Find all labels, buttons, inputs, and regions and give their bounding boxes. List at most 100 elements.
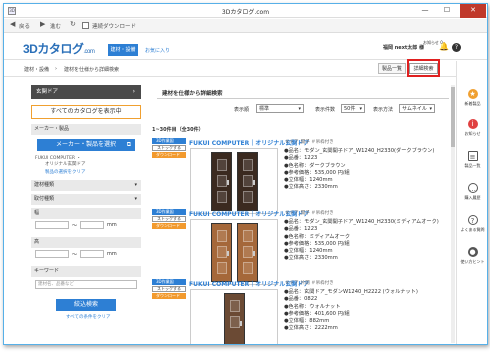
chevron-down-icon: ▾	[134, 182, 137, 188]
chevron-down-icon: ▾	[359, 106, 362, 112]
view-3d-button[interactable]: 3D作業図	[152, 279, 186, 285]
maker-section: メーカー・製品	[31, 124, 141, 135]
stock-button[interactable]: ストックする	[152, 145, 186, 151]
product-specs: ●品名：モダン_玄関開子ドア_W1240_H2330(ダークブラウン) ●品番：1…	[284, 148, 435, 191]
rail-product-list[interactable]: ≡ 製品一覧	[457, 151, 487, 169]
browser-window: 3D 3Dカタログ.com — ☐ ✕ ◀ 戻る ▶ 進む ↻ 連続ダウンロード…	[3, 3, 488, 345]
back-link[interactable]: 戻る	[19, 22, 30, 30]
forward-link[interactable]: 進む	[50, 22, 61, 30]
product-specs: ●品名：モダン_玄関開子ドア_W1240_H2330(ミディアムオーク) ●品番：…	[284, 219, 439, 262]
chat-icon: …	[467, 183, 478, 193]
reload-icon[interactable]: ↻	[70, 20, 76, 28]
count-select[interactable]: 50件 ▾	[341, 104, 365, 113]
maximize-button[interactable]: ☐	[436, 4, 458, 18]
close-button[interactable]: ✕	[460, 4, 486, 18]
card-actions: 3D作業図 ストックする ダウンロード	[152, 209, 186, 230]
title-bar: 3D 3Dカタログ.com — ☐ ✕	[4, 4, 487, 18]
keyword-row: 建材名、品番など	[31, 277, 141, 291]
external-link-icon: ⧉	[126, 141, 131, 148]
keyword-input[interactable]: 建材名、品番など	[35, 280, 137, 289]
chevron-down-icon: ▾	[134, 196, 137, 202]
product-tags: ＃ドア_開子 ＃吊枠付き	[285, 140, 334, 145]
download-button[interactable]: ダウンロード	[152, 152, 186, 158]
height-range: 〜 mm	[31, 248, 141, 260]
width-max-input[interactable]	[80, 221, 104, 229]
width-min-input[interactable]	[35, 221, 69, 229]
rail-tips[interactable]: ● 使い方ヒント	[457, 247, 487, 265]
product-thumbnail[interactable]	[190, 289, 278, 344]
chevron-down-icon: ▾	[298, 106, 301, 112]
site-logo[interactable]: 3Dカタログ.com	[23, 40, 95, 57]
selected-product: オリジナル玄関ドア	[45, 162, 86, 167]
document-icon: ≡	[467, 151, 478, 161]
height-section: 高	[31, 237, 141, 248]
forward-arrow-icon[interactable]: ▶	[40, 20, 45, 28]
product-list-button[interactable]: 製品一覧	[378, 63, 406, 74]
continuous-download-label: 連続ダウンロード	[92, 24, 137, 30]
height-unit: mm	[107, 251, 117, 257]
door-image	[211, 152, 232, 211]
nav-toolbar: ◀ 戻る ▶ 進む ↻ 連続ダウンロード	[4, 19, 487, 33]
clear-all-link[interactable]: すべての条件をクリア	[66, 314, 141, 320]
height-tilde: 〜	[72, 252, 78, 258]
all-catalog-button[interactable]: すべてのカタログを表示中	[31, 105, 141, 119]
door-image	[224, 293, 245, 344]
stock-button[interactable]: ストックする	[152, 286, 186, 292]
width-unit: mm	[107, 222, 117, 228]
right-rail: ★ 新着製品 i お知らせ ≡ 製品一覧 … 購入履歴 ? よくある質問 ● 使い方ヒント	[456, 61, 487, 344]
card-actions: 3D作業図 ストックする ダウンロード	[152, 138, 186, 159]
rail-faq[interactable]: ? よくある質問	[457, 215, 487, 233]
order-select[interactable]: 標準 ▾	[256, 104, 304, 113]
height-min-input[interactable]	[35, 250, 69, 258]
back-arrow-icon[interactable]: ◀	[10, 20, 15, 28]
highlight-box	[407, 59, 440, 77]
chevron-down-icon: ▾	[429, 106, 432, 112]
new-icon: ★	[467, 89, 478, 99]
product-thumbnail[interactable]	[190, 148, 278, 214]
site-header: 3Dカタログ.com 建材・設備 お気に入り 福岡 next太郎 様 お知らせ …	[4, 34, 487, 60]
width-tilde: 〜	[72, 223, 78, 229]
count-label: 表示件数	[315, 107, 336, 113]
results-main: 建材を仕様から詳細検索 表示順 標準 ▾ 表示件数 50件 ▾ 表示方法 サムネイル…	[152, 85, 452, 344]
scrollbar[interactable]	[451, 85, 455, 343]
continuous-download-checkbox[interactable]	[82, 22, 89, 29]
keyword-section: キーワード	[31, 266, 141, 277]
filter-search-button[interactable]: 絞込検索	[56, 299, 116, 311]
question-icon: ?	[467, 215, 478, 225]
download-button[interactable]: ダウンロード	[152, 293, 186, 299]
stock-button[interactable]: ストックする	[152, 216, 186, 222]
material-type-section[interactable]: 建材種類 ▾	[31, 180, 141, 191]
product-card: 3D作業図 ストックする ダウンロード FUKUI COMPUTER｜オリジナル…	[152, 209, 448, 285]
view-3d-button[interactable]: 3D作業図	[152, 138, 186, 144]
help-icon[interactable]: ?	[452, 43, 461, 52]
product-tags: ＃ドア_開子 ＃吊枠付き	[285, 211, 334, 216]
product-thumbnail[interactable]	[190, 219, 278, 285]
breadcrumb-item-materials[interactable]: 建材・設備	[24, 66, 49, 73]
door-image	[211, 223, 232, 282]
tab-favorites[interactable]: お気に入り	[145, 47, 170, 54]
category-header[interactable]: 玄関ドア ›	[31, 85, 141, 99]
rail-history[interactable]: … 購入履歴	[457, 183, 487, 201]
method-select[interactable]: サムネイル ▾	[399, 104, 435, 113]
order-label: 表示順	[234, 107, 250, 113]
clear-product-link[interactable]: 製品の選択をクリア	[45, 169, 141, 175]
breadcrumb-separator: ›	[55, 66, 57, 72]
rail-notices[interactable]: i お知らせ	[457, 119, 487, 137]
result-count: 1~30件目（全30件）	[152, 127, 204, 133]
user-name[interactable]: 福岡 next太郎 様	[383, 44, 424, 51]
minimize-button[interactable]: —	[414, 4, 436, 18]
product-specs: ●品名：玄関ドア_モダンW1240_H2222 (ウォルナット) ●品番：0822…	[284, 289, 418, 332]
bell-icon[interactable]: 🔔	[439, 43, 449, 51]
select-maker-button[interactable]: メーカー・製品を選択 ⧉	[37, 139, 135, 151]
view-3d-button[interactable]: 3D作業図	[152, 209, 186, 215]
breadcrumb-item-detail-search: 建材を仕様から詳細検索	[64, 67, 120, 73]
divider	[157, 98, 449, 99]
height-max-input[interactable]	[80, 250, 104, 258]
width-range: 〜 mm	[31, 219, 141, 231]
install-type-section[interactable]: 取付種類 ▾	[31, 194, 141, 205]
method-label: 表示方法	[373, 107, 394, 113]
download-button[interactable]: ダウンロード	[152, 223, 186, 229]
door-image	[237, 152, 258, 211]
tab-building-materials[interactable]: 建材・設備	[108, 44, 138, 56]
rail-new-products[interactable]: ★ 新着製品	[457, 89, 487, 107]
